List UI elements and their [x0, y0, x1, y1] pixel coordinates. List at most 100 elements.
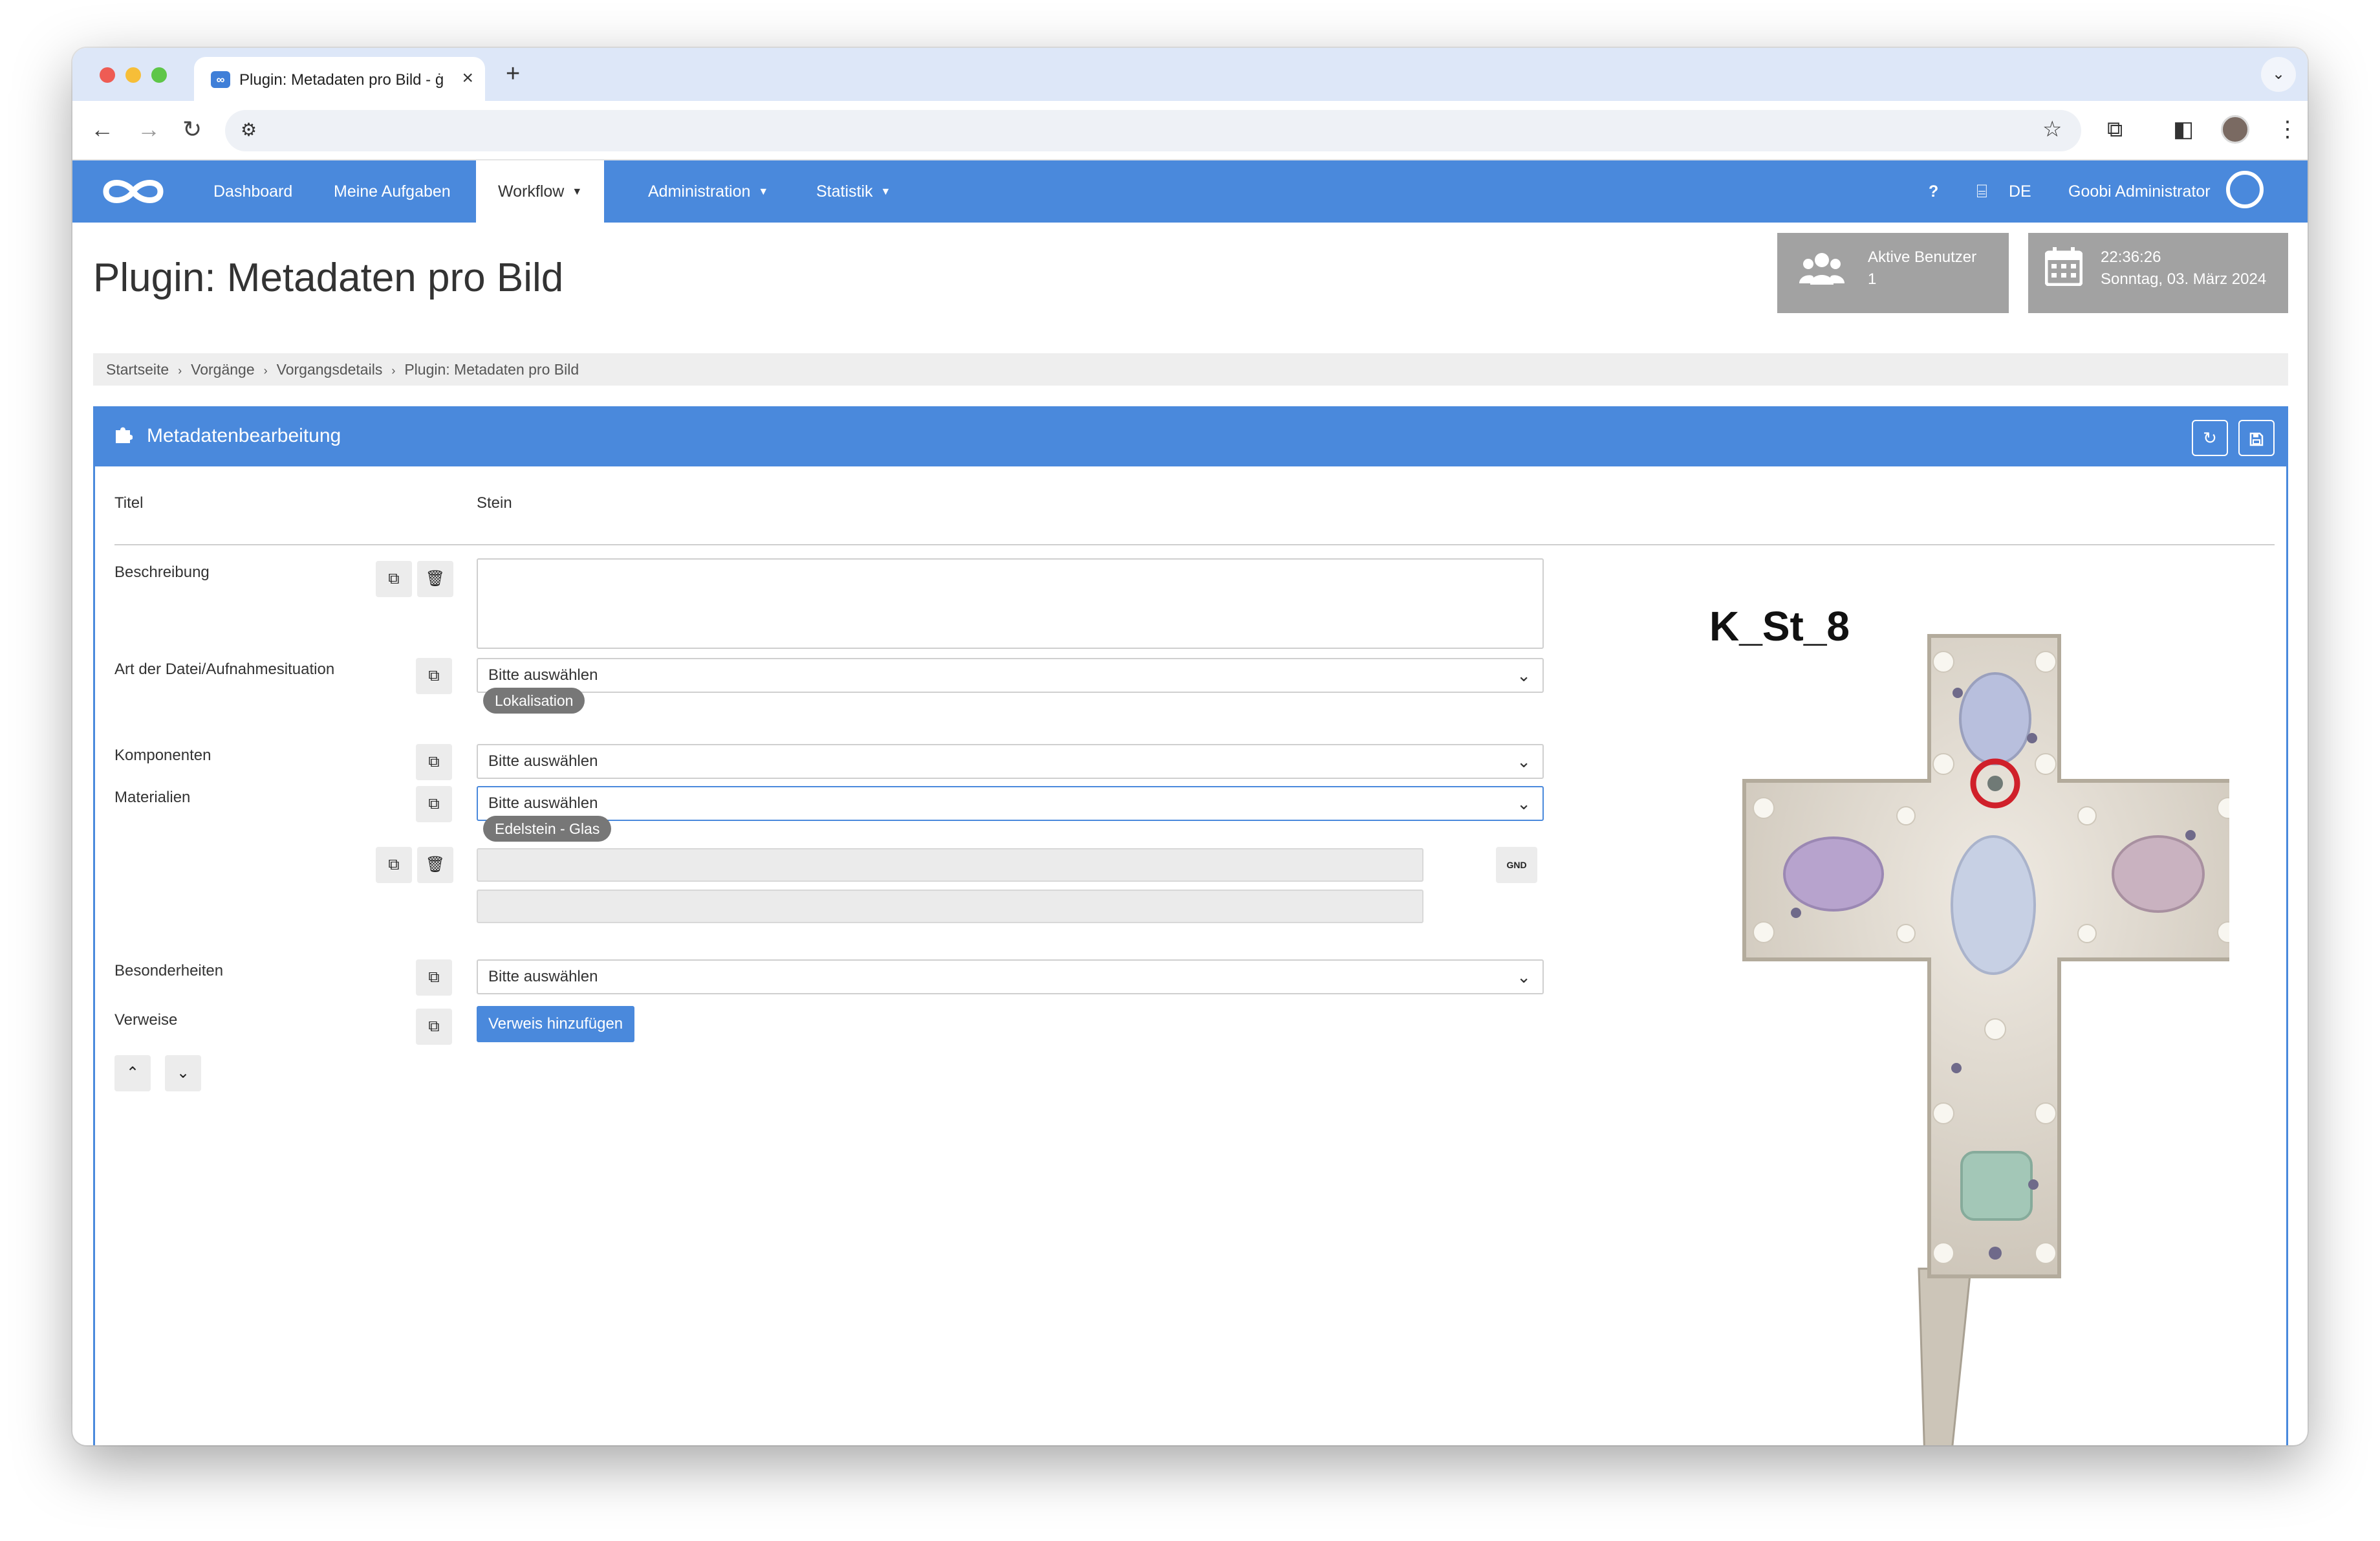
- active-users-box: Aktive Benutzer 1: [1777, 233, 2009, 313]
- caret-down-icon: ▼: [880, 186, 891, 198]
- copy-icon[interactable]: ⧉: [416, 658, 452, 694]
- breadcrumb-vorgaenge[interactable]: Vorgänge: [191, 361, 254, 378]
- user-menu[interactable]: Goobi Administrator: [2068, 160, 2211, 223]
- nav-statistik[interactable]: Statistik ▼: [794, 160, 913, 223]
- move-down-icon[interactable]: ⌄: [165, 1055, 201, 1091]
- breadcrumb-current: Plugin: Metadaten pro Bild: [404, 361, 579, 378]
- art-select[interactable]: Bitte auswählen ⌄: [477, 658, 1544, 693]
- metadata-panel: Metadatenbearbeitung ↻ Titel Stein Besch…: [93, 406, 2288, 1445]
- breadcrumb-separator-icon: ›: [391, 364, 396, 377]
- move-up-icon[interactable]: ⌃: [114, 1055, 151, 1091]
- puzzle-icon: [113, 425, 133, 450]
- tab-strip: ∞ Plugin: Metadaten pro Bild - ġ × + ⌄: [72, 48, 2308, 101]
- profile-avatar[interactable]: [2221, 115, 2249, 144]
- breadcrumb: Startseite › Vorgänge › Vorgangsdetails › Plug…: [93, 353, 2288, 386]
- forward-icon[interactable]: →: [137, 115, 160, 144]
- verweise-label: Verweise: [114, 1011, 178, 1029]
- minimize-window-button[interactable]: [125, 67, 141, 83]
- nav-administration-label: Administration: [648, 182, 751, 201]
- calendar-icon: [2044, 247, 2083, 295]
- divider: [114, 544, 2275, 545]
- app-navbar: Dashboard Meine Aufgaben Workflow ▼ Admin…: [72, 160, 2308, 223]
- object-image: K_St_8: [1634, 602, 2229, 1445]
- current-time: 22:36:26: [2101, 248, 2161, 266]
- reload-button[interactable]: ↻: [2192, 420, 2228, 456]
- page-title: Plugin: Metadaten pro Bild: [93, 256, 564, 300]
- edelstein-badge: Edelstein - Glas: [483, 816, 612, 842]
- chevron-down-icon: ⌄: [1517, 752, 1531, 771]
- help-button[interactable]: ?: [1929, 160, 1938, 223]
- copy-icon[interactable]: ⧉: [416, 1009, 452, 1045]
- komponenten-label: Komponenten: [114, 747, 211, 764]
- lokalisation-badge: Lokalisation: [483, 688, 585, 714]
- extensions-icon[interactable]: ⧉: [2107, 115, 2123, 144]
- materialien-select-value: Bitte auswählen: [488, 794, 598, 812]
- address-bar[interactable]: ⚙: [225, 110, 2081, 151]
- gnd-search-button[interactable]: GND: [1496, 847, 1537, 883]
- tab-search-icon[interactable]: ⌄: [2261, 57, 2296, 92]
- nav-dashboard-label: Dashboard: [213, 182, 293, 201]
- chevron-down-icon: ⌄: [1517, 666, 1531, 685]
- browser-menu-icon[interactable]: ⋮: [2277, 115, 2299, 144]
- beschreibung-textarea[interactable]: [477, 558, 1544, 649]
- trash-icon[interactable]: 🗑: [417, 847, 453, 883]
- close-tab-icon[interactable]: ×: [462, 67, 473, 89]
- beschreibung-label: Beschreibung: [114, 563, 210, 581]
- caret-down-icon: ▼: [758, 186, 769, 198]
- panel-title: Metadatenbearbeitung: [147, 425, 341, 446]
- reload-icon[interactable]: ↻: [182, 115, 202, 144]
- bookmark-star-icon[interactable]: ☆: [2042, 115, 2062, 144]
- cross-image: [1742, 634, 2229, 1445]
- browser-tab[interactable]: ∞ Plugin: Metadaten pro Bild - ġ ×: [194, 57, 485, 101]
- new-tab-icon[interactable]: +: [506, 61, 520, 87]
- caret-down-icon: ▼: [572, 186, 583, 198]
- copy-icon[interactable]: ⧉: [376, 561, 412, 597]
- language-selector[interactable]: DE: [2009, 160, 2031, 223]
- nav-dashboard[interactable]: Dashboard: [191, 160, 314, 223]
- active-users-label: Aktive Benutzer: [1868, 248, 1977, 266]
- goobi-logo-icon[interactable]: [97, 172, 169, 211]
- browser-toolbar: ← → ↻ ⚙ ☆ ⧉ ◧ ⋮: [72, 101, 2308, 160]
- nav-workflow[interactable]: Workflow ▼: [476, 160, 605, 223]
- chevron-down-icon: ⌄: [1517, 967, 1531, 987]
- active-users-count: 1: [1868, 270, 1877, 288]
- close-window-button[interactable]: [100, 67, 115, 83]
- breadcrumb-startseite[interactable]: Startseite: [106, 361, 169, 378]
- nav-meine-aufgaben-label: Meine Aufgaben: [334, 182, 451, 201]
- side-panel-icon[interactable]: ◧: [2173, 115, 2194, 144]
- maximize-window-button[interactable]: [151, 67, 167, 83]
- nav-meine-aufgaben[interactable]: Meine Aufgaben: [312, 160, 473, 223]
- datetime-box: 22:36:26 Sonntag, 03. März 2024: [2028, 233, 2288, 313]
- tab-title: Plugin: Metadaten pro Bild - ġ: [239, 71, 444, 89]
- nav-administration[interactable]: Administration ▼: [626, 160, 790, 223]
- current-date: Sonntag, 03. März 2024: [2101, 270, 2267, 288]
- copy-icon[interactable]: ⧉: [416, 786, 452, 822]
- goobi-favicon-icon: ∞: [211, 71, 230, 88]
- materialien-select[interactable]: Bitte auswählen ⌄: [477, 786, 1544, 821]
- besonderheiten-label: Besonderheiten: [114, 962, 224, 979]
- trash-icon[interactable]: 🗑: [417, 561, 453, 597]
- copy-icon[interactable]: ⧉: [416, 959, 452, 996]
- back-icon[interactable]: ←: [91, 115, 114, 144]
- users-icon: [1799, 250, 1844, 298]
- chevron-down-icon: ⌄: [1517, 794, 1531, 813]
- browser-window: ∞ Plugin: Metadaten pro Bild - ġ × + ⌄ ←…: [72, 48, 2308, 1445]
- site-settings-icon[interactable]: ⚙: [241, 119, 257, 140]
- copy-icon[interactable]: ⧉: [416, 744, 452, 780]
- user-logo-icon[interactable]: [2226, 171, 2264, 208]
- verweis-hinzufuegen-button[interactable]: Verweis hinzufügen: [477, 1006, 635, 1042]
- gnd-input-1[interactable]: [477, 848, 1423, 882]
- copy-icon[interactable]: ⧉: [376, 847, 412, 883]
- save-button[interactable]: [2238, 420, 2275, 456]
- gnd-input-2[interactable]: [477, 890, 1423, 923]
- materialien-label: Materialien: [114, 789, 191, 806]
- komponenten-select-value: Bitte auswählen: [488, 752, 598, 770]
- breadcrumb-separator-icon: ›: [178, 364, 182, 377]
- language-icon[interactable]: ⌸: [1976, 160, 1987, 223]
- breadcrumb-vorgangsdetails[interactable]: Vorgangsdetails: [277, 361, 383, 378]
- besonderheiten-select[interactable]: Bitte auswählen ⌄: [477, 959, 1544, 994]
- besonderheiten-select-value: Bitte auswählen: [488, 968, 598, 985]
- art-select-value: Bitte auswählen: [488, 666, 598, 684]
- breadcrumb-separator-icon: ›: [263, 364, 268, 377]
- komponenten-select[interactable]: Bitte auswählen ⌄: [477, 744, 1544, 779]
